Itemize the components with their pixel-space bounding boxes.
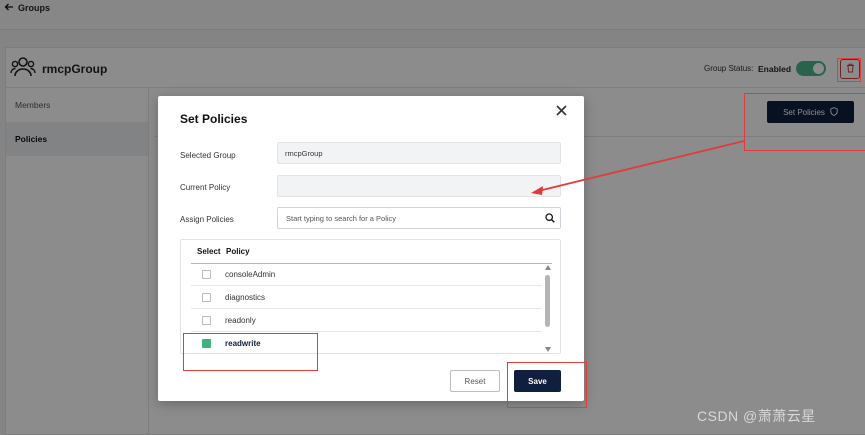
annotation-box-save: [507, 362, 587, 408]
policy-checkbox[interactable]: [202, 270, 211, 279]
search-icon[interactable]: [540, 213, 560, 223]
policy-checkbox[interactable]: [202, 316, 211, 325]
close-icon: [555, 103, 567, 120]
policy-name: consoleAdmin: [225, 270, 276, 279]
selected-group-label: Selected Group: [180, 151, 236, 160]
table-row[interactable]: diagnostics: [191, 286, 542, 309]
selected-group-field: rmcpGroup: [277, 142, 561, 164]
scroll-up-icon[interactable]: [545, 265, 551, 270]
table-row[interactable]: consoleAdmin: [191, 263, 542, 286]
selected-group-value: rmcpGroup: [285, 148, 323, 158]
policy-name: readonly: [225, 316, 256, 325]
column-header-policy: Policy: [226, 247, 250, 256]
column-header-select: Select: [197, 247, 221, 256]
close-button[interactable]: [553, 104, 569, 120]
current-policy-field: [277, 175, 561, 197]
table-row[interactable]: readonly: [191, 309, 542, 332]
policy-search-input[interactable]: [278, 213, 540, 223]
annotation-box-delete: [837, 58, 861, 82]
table-scrollbar[interactable]: [543, 262, 553, 353]
policy-checkbox[interactable]: [202, 293, 211, 302]
annotation-box-readwrite: [183, 333, 318, 371]
watermark: CSDN @萧萧云星: [697, 408, 816, 424]
scrollbar-thumb[interactable]: [545, 275, 550, 327]
policy-search: [277, 207, 561, 229]
table-header: Select Policy: [191, 240, 552, 264]
reset-button[interactable]: Reset: [450, 370, 500, 392]
policy-name: diagnostics: [225, 293, 266, 302]
assign-policies-label: Assign Policies: [180, 215, 234, 224]
annotation-box-set-policies: [744, 93, 865, 151]
scroll-down-icon[interactable]: [545, 347, 551, 352]
current-policy-label: Current Policy: [180, 183, 231, 192]
modal-title: Set Policies: [180, 112, 248, 126]
reset-label: Reset: [464, 376, 486, 386]
